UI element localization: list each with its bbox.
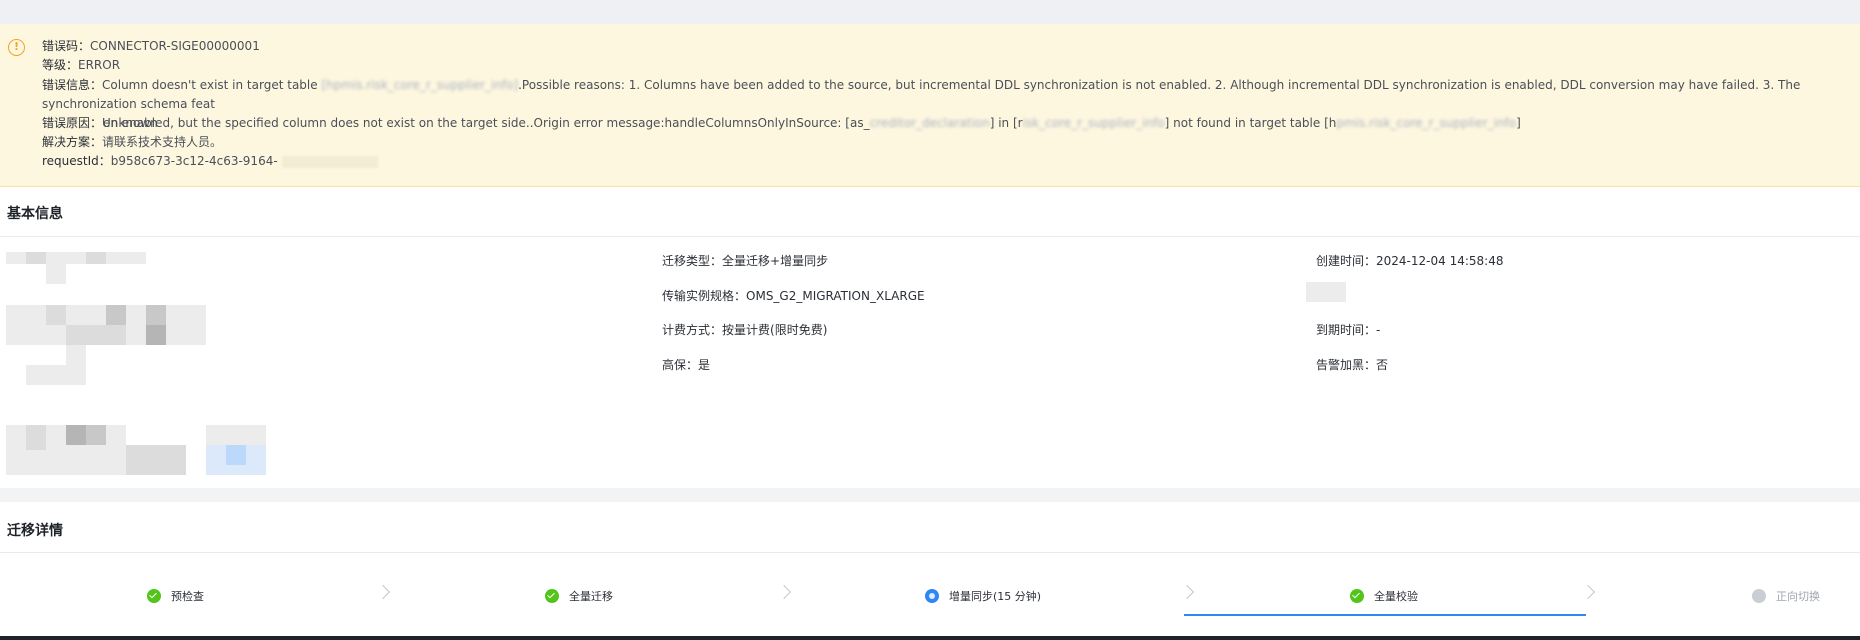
migration-details-divider <box>0 552 1860 553</box>
step-precheck-label: 预检查 <box>171 590 204 603</box>
bottom-edge <box>0 636 1860 640</box>
alert-label: 告警加黑： <box>1316 358 1377 372</box>
billing-label: 计费方式： <box>662 323 723 337</box>
chevron-right-icon <box>1580 584 1596 600</box>
error-cause: Unknown <box>102 116 158 130</box>
section-gap <box>0 488 1860 502</box>
request-id[interactable]: b958c673-3c12-4c63-9164- <box>111 154 278 168</box>
alert-value: 否 <box>1376 358 1389 372</box>
redacted-table-2: isk_core_r_supplier_info <box>1022 116 1165 130</box>
in-progress-icon <box>925 589 939 603</box>
error-msg-line2-part3: ] not found in target table [h <box>1164 116 1337 130</box>
chevron-right-icon <box>776 584 792 600</box>
redacted-table-1: [hpmis.risk_core_r_supplier_info] <box>321 78 519 92</box>
check-circle-icon <box>147 589 161 603</box>
pending-circle-icon <box>1752 589 1766 603</box>
expire-value: - <box>1376 323 1381 337</box>
error-msg-line2-part2: ] in [r <box>989 116 1023 130</box>
error-msg-line2-part4: ] <box>1516 116 1521 130</box>
error-level-row: 等级：ERROR <box>42 56 120 75</box>
step-full-verification-label: 全量校验 <box>1374 590 1418 603</box>
high-availability: 高保：是 <box>662 356 710 373</box>
step-incremental-sync-label: 增量同步(15 分钟) <box>949 590 1042 603</box>
error-msg-part1: Column doesn't exist in target table <box>102 78 322 92</box>
error-code: CONNECTOR-SIGE00000001 <box>90 39 260 53</box>
billing-method: 计费方式：按量计费(限时免费) <box>662 321 827 338</box>
step-incremental-sync[interactable]: 增量同步(15 分钟) <box>925 588 1041 604</box>
ha-label: 高保： <box>662 358 699 372</box>
error-cause-label: 错误原因： <box>42 116 103 130</box>
check-circle-icon <box>545 589 559 603</box>
error-banner: ! 错误码：CONNECTOR-SIGE00000001 等级：ERROR 错误… <box>0 24 1860 187</box>
instance-spec-label: 传输实例规格： <box>662 289 747 303</box>
migration-type-value: 全量迁移+增量同步 <box>722 254 829 268</box>
error-solution: 请联系技术支持人员。 <box>102 135 223 149</box>
error-level: ERROR <box>78 58 121 72</box>
warning-icon: ! <box>8 39 25 56</box>
active-step-indicator <box>1184 614 1586 616</box>
basic-info-title: 基本信息 <box>7 206 63 222</box>
step-precheck[interactable]: 预检查 <box>147 588 204 604</box>
created-value: 2024-12-04 14:58:48 <box>1376 254 1504 268</box>
error-solution-label: 解决方案： <box>42 135 103 149</box>
check-circle-icon <box>1350 589 1364 603</box>
error-cause-row: 错误原因：Unknown <box>42 114 158 133</box>
expire-time: 到期时间：- <box>1316 321 1380 338</box>
created-label: 创建时间： <box>1316 254 1377 268</box>
instance-spec-value: OMS_G2_MIGRATION_XLARGE <box>746 289 925 303</box>
redacted-column: creditor_declaration <box>869 116 990 130</box>
billing-value: 按量计费(限时免费) <box>722 323 828 337</box>
chevron-right-icon <box>375 584 391 600</box>
request-id-label: requestId： <box>42 154 111 168</box>
error-message: 错误信息：Column doesn't exist in target tabl… <box>42 76 1860 133</box>
ha-value: 是 <box>698 358 711 372</box>
redacted-table-3: pmis.risk_core_r_supplier_info <box>1336 116 1517 130</box>
request-id-row: requestId：b958c673-3c12-4c63-9164- <box>42 152 378 171</box>
migration-details-title: 迁移详情 <box>7 523 63 539</box>
chevron-right-icon <box>1179 584 1195 600</box>
step-full-migration-label: 全量迁移 <box>569 590 613 603</box>
error-code-label: 错误码： <box>42 39 91 53</box>
basic-info-divider <box>0 236 1860 237</box>
step-forward-switch[interactable]: 正向切换 <box>1752 588 1820 604</box>
error-level-label: 等级： <box>42 58 79 72</box>
error-solution-row: 解决方案：请联系技术支持人员。 <box>42 133 222 152</box>
step-forward-switch-label: 正向切换 <box>1776 590 1820 603</box>
error-msg-line2-part1: en enabled, but the specified column doe… <box>103 116 870 130</box>
request-id-redaction <box>281 155 378 168</box>
created-time: 创建时间：2024-12-04 14:58:48 <box>1316 252 1503 269</box>
expire-label: 到期时间： <box>1316 323 1377 337</box>
step-full-migration[interactable]: 全量迁移 <box>545 588 613 604</box>
alert-blacklist: 告警加黑：否 <box>1316 356 1388 373</box>
error-info-label: 错误信息： <box>42 78 103 92</box>
migration-type-label: 迁移类型： <box>662 254 723 268</box>
error-code-row: 错误码：CONNECTOR-SIGE00000001 <box>42 37 260 56</box>
step-full-verification[interactable]: 全量校验 <box>1350 588 1418 604</box>
top-strip <box>0 0 1860 24</box>
instance-spec: 传输实例规格：OMS_G2_MIGRATION_XLARGE <box>662 287 925 304</box>
migration-type: 迁移类型：全量迁移+增量同步 <box>662 252 828 269</box>
